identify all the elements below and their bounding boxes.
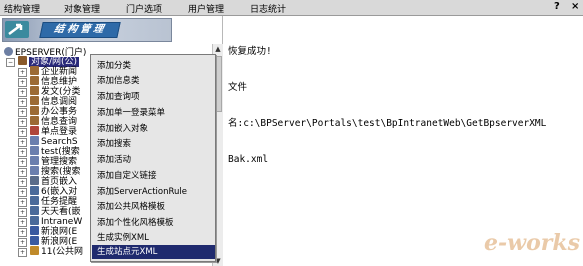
output-panel: 恢复成功! 文件 名:c:\BPServer\Portals\test\BpIn… <box>228 22 580 178</box>
menu-add-server-action-rule[interactable]: 添加ServerActionRule <box>97 185 187 199</box>
menu-add-sso-menu[interactable]: 添加单一登录菜单 <box>97 106 165 120</box>
menu-objects[interactable]: 对象管理 <box>64 2 100 15</box>
tree-node[interactable]: + 信息查询 <box>18 116 77 127</box>
arrow-icon <box>30 226 39 235</box>
tree-node[interactable]: + SearchS <box>18 136 78 147</box>
collapse-icon[interactable]: − <box>6 58 15 67</box>
book-icon <box>30 106 39 115</box>
output-file-path: 名:c:\BPServer\Portals\test\BpIntranetWeb… <box>228 118 547 129</box>
embed-icon <box>30 186 39 195</box>
expand-icon[interactable]: + <box>18 248 27 257</box>
folder-icon <box>18 56 27 65</box>
help-button[interactable]: ? <box>554 1 560 12</box>
scroll-up-icon[interactable]: ▲ <box>214 45 222 53</box>
arrow-icon <box>30 236 39 245</box>
menu-users[interactable]: 用户管理 <box>188 2 224 15</box>
embed-icon <box>30 176 39 185</box>
search-icon <box>30 136 39 145</box>
key-icon <box>30 126 39 135</box>
menu-add-info-class[interactable]: 添加信息类 <box>97 74 140 88</box>
book-icon <box>30 96 39 105</box>
embed-icon <box>30 196 39 205</box>
tree-node[interactable]: + 首页嵌入 <box>18 176 77 187</box>
menu-portal-options[interactable]: 门户选项 <box>126 2 162 15</box>
menu-add-personal-style-template[interactable]: 添加个性化风格模板 <box>97 216 174 230</box>
tree-node[interactable]: +6(嵌入对 <box>18 186 77 197</box>
structure-banner: 结构管理 <box>2 18 172 42</box>
tree-node[interactable]: + 新浪网(E <box>18 236 77 247</box>
menu-add-query-item[interactable]: 添加查询项 <box>97 90 140 104</box>
menu-add-custom-link[interactable]: 添加自定义链接 <box>97 169 157 183</box>
tree-node[interactable]: + 天天看(嵌 <box>18 206 81 217</box>
tree-node[interactable]: + IntraneW <box>18 216 82 227</box>
tree-node[interactable]: + 办公事务 <box>18 106 77 117</box>
output-file-label: 文件 <box>228 82 248 93</box>
book-icon <box>30 66 39 75</box>
tree-node[interactable]: + 管理搜索 <box>18 156 77 167</box>
search-icon <box>30 166 39 175</box>
tree-node[interactable]: + 信息维护 <box>18 76 77 87</box>
menu-bar: 结构管理 对象管理 门户选项 用户管理 日志统计 ? × <box>0 0 583 16</box>
menu-add-public-style-template[interactable]: 添加公共风格模板 <box>97 200 165 214</box>
tree-node[interactable]: + 信息调阅 <box>18 96 77 107</box>
menu-add-category[interactable]: 添加分类 <box>97 59 131 73</box>
embed-icon <box>30 216 39 225</box>
embed-icon <box>30 206 39 215</box>
tree-node-label: 11(公共网 <box>41 247 83 257</box>
book-icon <box>30 86 39 95</box>
close-button[interactable]: × <box>571 1 579 12</box>
menu-add-embedded-object[interactable]: 添加嵌入对象 <box>97 122 148 136</box>
context-menu: 添加分类 添加信息类 添加查询项 添加单一登录菜单 添加嵌入对象 添加搜索 添加… <box>90 54 216 262</box>
tree-node[interactable]: − 对象/网(公) <box>6 56 80 67</box>
menu-generate-instance-xml[interactable]: 生成实例XML <box>97 231 149 245</box>
book-icon <box>30 76 39 85</box>
tree-node[interactable]: +11(公共网 <box>18 246 83 257</box>
arrow-logo-icon <box>5 21 29 38</box>
search-icon <box>30 156 39 165</box>
menu-add-search[interactable]: 添加搜索 <box>97 137 131 151</box>
menu-structure[interactable]: 结构管理 <box>4 2 40 15</box>
tree-node[interactable]: + 单点登录 <box>18 126 77 137</box>
menu-add-activity[interactable]: 添加活动 <box>97 153 131 167</box>
banner-title: 结构管理 <box>39 22 121 38</box>
search-icon <box>30 146 39 155</box>
watermark-logo: e-works <box>484 230 580 256</box>
output-file-name: Bak.xml <box>228 154 269 165</box>
folder-icon <box>30 246 39 255</box>
tree-node[interactable]: + 任务提醒 <box>18 196 77 207</box>
output-success: 恢复成功! <box>228 46 272 57</box>
tree-node[interactable]: + 发文(分类 <box>18 86 81 97</box>
book-icon <box>30 116 39 125</box>
tree-node[interactable]: + 企业新闻 <box>18 66 77 77</box>
menu-log-stats[interactable]: 日志统计 <box>250 2 286 15</box>
tree-node[interactable]: + test(搜索 <box>18 146 80 157</box>
menu-generate-site-meta-xml[interactable]: 生成站点元XML <box>92 245 215 259</box>
tree-node[interactable]: + 搜索(搜索 <box>18 166 81 177</box>
tree-node[interactable]: + 新浪网(E <box>18 226 77 237</box>
portal-icon <box>4 47 13 56</box>
